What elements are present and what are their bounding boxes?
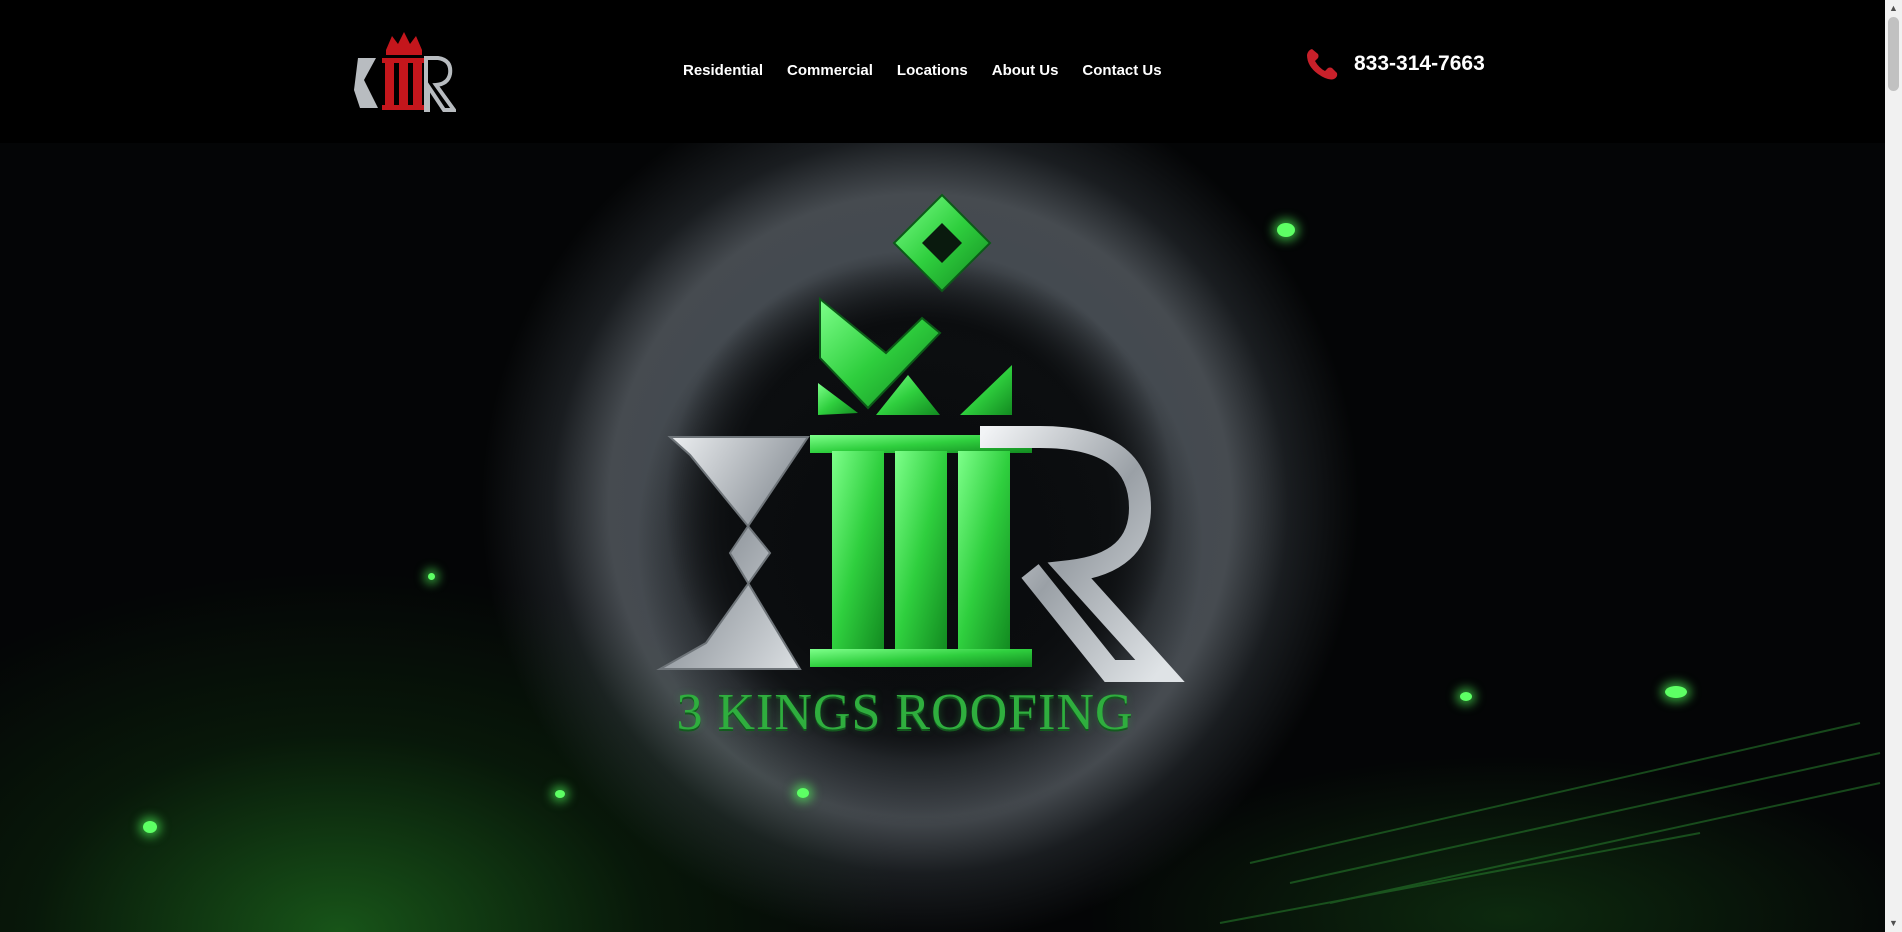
kr-crown-emblem	[656, 193, 1185, 682]
phone-icon	[1307, 49, 1338, 80]
spark	[428, 573, 435, 580]
scroll-down-arrow-icon[interactable]: ▼	[1885, 915, 1902, 932]
spark	[797, 788, 809, 798]
hero-banner: 3 KINGS ROOFING	[0, 143, 1885, 932]
main-nav: Residential Commercial Locations About U…	[683, 60, 1162, 82]
header-logo[interactable]	[352, 28, 456, 116]
spark	[555, 790, 565, 798]
nav-contact-us[interactable]: Contact Us	[1082, 60, 1161, 82]
scrollbar[interactable]: ▲ ▼	[1885, 0, 1902, 932]
phone-number: 833-314-7663	[1354, 52, 1485, 75]
phone-link[interactable]: 833-314-7663	[1304, 46, 1485, 82]
spark	[1277, 223, 1295, 237]
spark	[143, 821, 157, 833]
brand-name: 3 KINGS ROOFING	[676, 684, 1134, 741]
nav-about-us[interactable]: About Us	[992, 60, 1059, 82]
scroll-thumb[interactable]	[1888, 17, 1899, 91]
scroll-up-arrow-icon[interactable]: ▲	[1885, 0, 1902, 17]
nav-commercial[interactable]: Commercial	[787, 60, 873, 82]
site-header: Residential Commercial Locations About U…	[0, 0, 1885, 143]
nav-residential[interactable]: Residential	[683, 60, 763, 82]
nav-locations[interactable]: Locations	[897, 60, 968, 82]
